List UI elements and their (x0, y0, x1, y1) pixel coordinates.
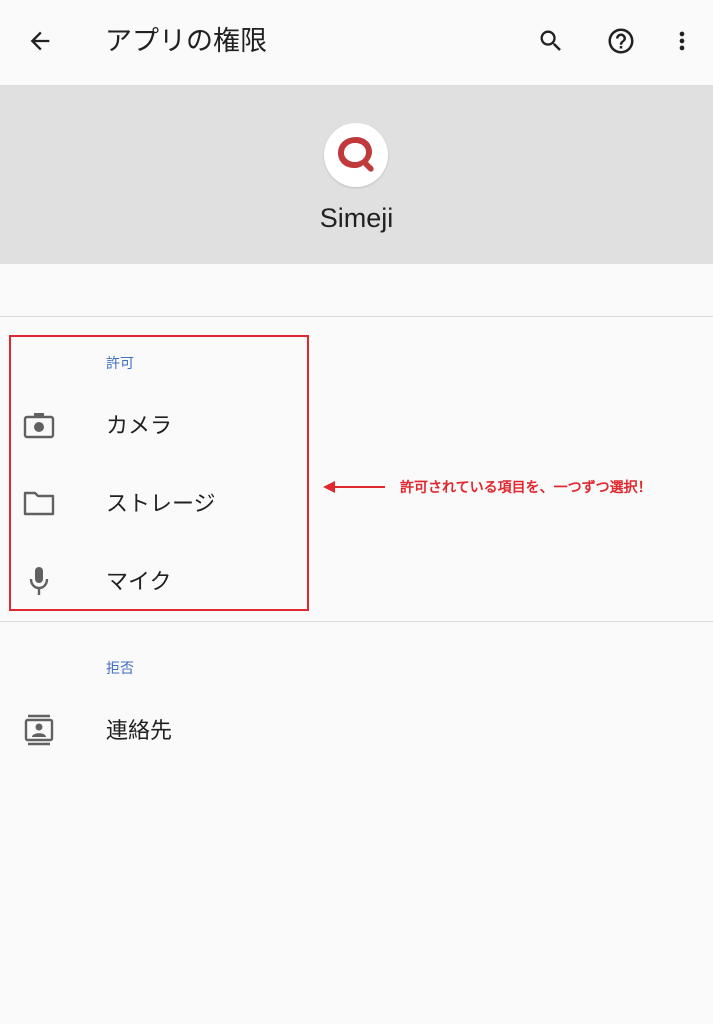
page-title: アプリの権限 (105, 26, 267, 57)
annotation-arrow-icon (323, 481, 385, 493)
divider (0, 316, 713, 317)
more-options-button[interactable] (658, 17, 706, 65)
annotation-text: 許可されている項目を、一つずつ選択！ (400, 480, 652, 496)
permission-item-contacts[interactable]: 連絡先 (0, 695, 713, 765)
search-button[interactable] (527, 17, 575, 65)
top-app-bar: アプリの権限 (0, 0, 713, 85)
help-icon (608, 28, 634, 54)
help-button[interactable] (597, 17, 645, 65)
search-icon (540, 30, 561, 51)
highlight-box (9, 335, 309, 611)
contacts-icon (22, 714, 56, 746)
app-header: Simeji (0, 85, 713, 264)
back-button[interactable] (16, 17, 64, 65)
simeji-app-icon (338, 137, 374, 172)
more-vert-icon (679, 31, 685, 51)
app-icon (324, 123, 388, 187)
divider (0, 621, 713, 622)
app-name: Simeji (319, 203, 394, 233)
section-label-denied: 拒否 (106, 661, 134, 677)
permission-label: 連絡先 (106, 719, 173, 744)
arrow-back-icon (30, 31, 50, 51)
